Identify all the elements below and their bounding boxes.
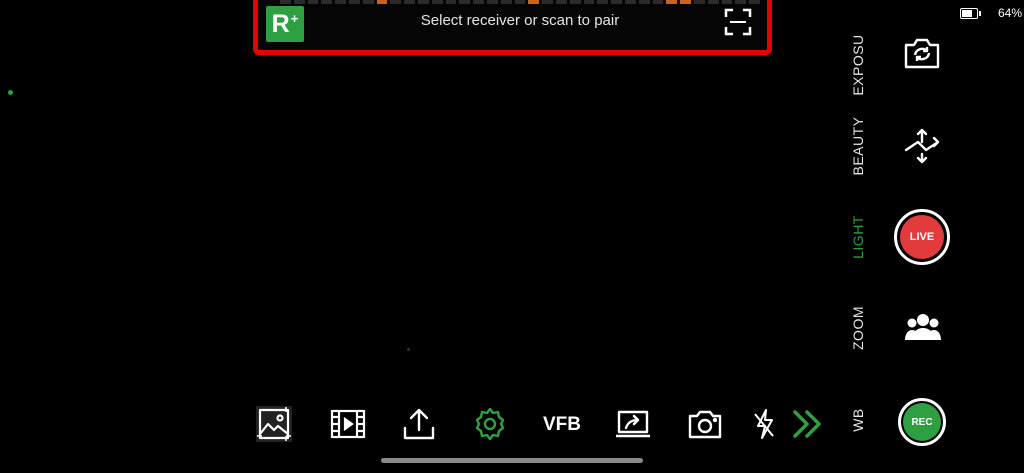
pairing-message[interactable]: Select receiver or scan to pair (330, 12, 710, 29)
menu-item-light[interactable]: LIGHT (850, 215, 866, 259)
viewfinder-dot (407, 348, 410, 351)
live-label: LIVE (909, 231, 935, 243)
people-icon[interactable] (904, 312, 942, 342)
camera-switch-icon[interactable] (903, 36, 941, 70)
menu-item-zoom[interactable]: ZOOM (850, 306, 866, 350)
rec-label: REC (911, 416, 933, 428)
logo-letter: R (271, 9, 290, 38)
battery-icon (960, 8, 981, 19)
menu-item-wb[interactable]: WB (850, 408, 866, 432)
logo-plus: + (290, 10, 299, 26)
flip-arrows-icon[interactable] (902, 126, 942, 166)
film-icon[interactable] (330, 406, 366, 442)
focus-indicator (8, 90, 13, 95)
home-indicator[interactable] (381, 458, 643, 463)
scan-icon[interactable] (724, 8, 752, 36)
upload-icon[interactable] (401, 406, 437, 442)
battery-percent: 64% (997, 6, 1022, 20)
record-button[interactable]: REC (898, 398, 946, 446)
settings-icon[interactable] (472, 406, 508, 442)
camera-icon[interactable] (687, 406, 723, 442)
app-logo: R + (266, 6, 304, 42)
screen-share-icon[interactable] (615, 406, 651, 442)
menu-item-exposure[interactable]: EXPOSU (850, 34, 866, 95)
live-button[interactable]: LIVE (894, 209, 950, 265)
menu-item-beauty[interactable]: BEAUTY (850, 116, 866, 175)
gallery-icon[interactable] (256, 406, 292, 442)
vfb-button[interactable]: VFB (543, 414, 581, 436)
flash-off-icon[interactable] (752, 406, 776, 442)
audio-level-meter (280, 0, 760, 4)
double-chevron-right-icon[interactable] (790, 406, 824, 442)
